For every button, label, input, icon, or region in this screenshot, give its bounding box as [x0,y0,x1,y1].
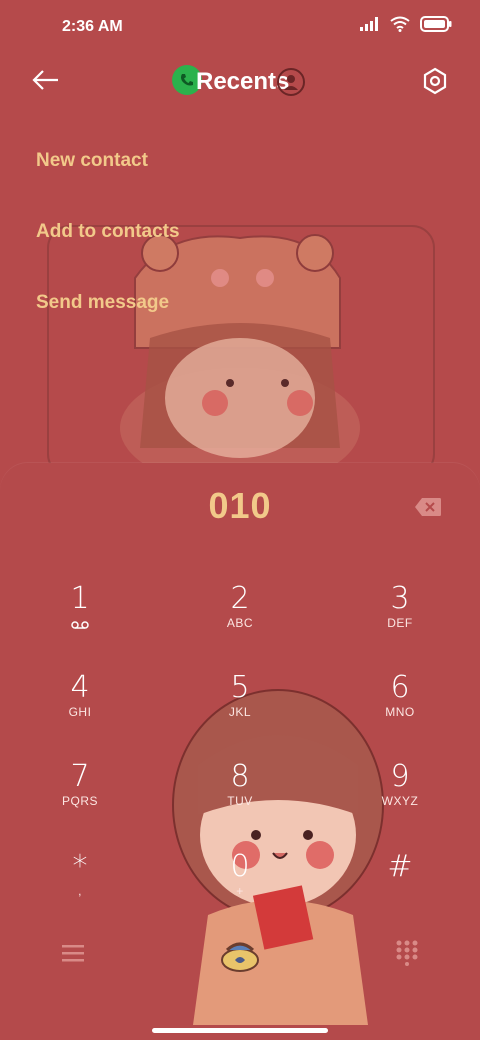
status-time: 2:36 AM [62,18,123,35]
new-contact-option[interactable]: New contact [36,150,148,172]
top-bar: Recents [0,56,480,106]
dialed-number: 010 [208,485,272,526]
voicemail-icon [71,621,89,629]
send-message-option[interactable]: Send message [36,292,169,314]
key-hash[interactable]: # [345,850,455,920]
key-9[interactable]: 9 WXYZ [345,760,455,830]
key-6[interactable]: 6 MNO [345,671,455,741]
key-0[interactable]: 0 + [185,850,295,920]
backspace-icon[interactable] [414,497,442,517]
add-to-contacts-option[interactable]: Add to contacts [36,221,180,243]
contact-icon[interactable] [277,68,305,96]
key-star[interactable]: * , [25,850,135,920]
key-1[interactable]: 1 [25,582,135,652]
key-8[interactable]: 8 TUV [185,760,295,830]
key-2[interactable]: 2 ABC [185,582,295,652]
home-indicator[interactable] [152,1028,328,1033]
key-4[interactable]: 4 GHI [25,671,135,741]
key-3[interactable]: 3 DEF [345,582,455,652]
dialpad-icon[interactable] [396,940,418,966]
dialer-bottom-bar [0,928,480,978]
wifi-icon [390,16,410,32]
wallpaper-illustration-top [47,225,435,478]
key-7[interactable]: 7 PQRS [25,760,135,830]
page-title: Recents [196,68,290,95]
back-arrow-icon[interactable] [30,66,62,94]
settings-icon[interactable] [420,66,450,96]
battery-icon [420,16,452,32]
signal-icon [360,17,378,31]
key-5[interactable]: 5 JKL [185,671,295,741]
status-icons [360,16,452,32]
menu-icon[interactable] [62,944,84,962]
call-icon[interactable] [219,936,261,972]
status-bar: 2:36 AM [0,0,480,56]
